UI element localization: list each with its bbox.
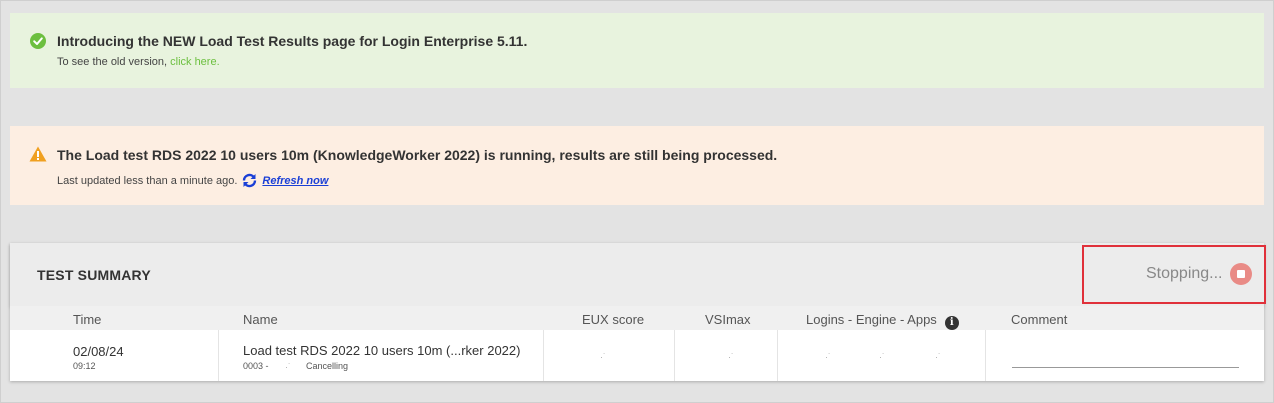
test-summary-header: TEST SUMMARY Stopping... [10, 243, 1266, 306]
warning-title: The Load test RDS 2022 10 users 10m (Kno… [57, 147, 778, 163]
cell-divider [777, 330, 778, 381]
loading-spinner-icon: ·˙ [935, 352, 941, 362]
column-header-name[interactable]: Name [243, 312, 278, 327]
row-test-name[interactable]: Load test RDS 2022 10 users 10m (...rker… [243, 343, 520, 358]
loading-spinner-icon: ·˙ [600, 352, 606, 362]
row-test-id: 0003 - [243, 361, 269, 371]
loading-spinner-icon: ·˙ [825, 352, 831, 362]
stop-icon [1237, 270, 1245, 278]
cell-divider [543, 330, 544, 381]
refresh-icon[interactable] [241, 173, 258, 188]
info-icon[interactable]: i [944, 316, 959, 330]
column-header-comment[interactable]: Comment [1011, 312, 1067, 327]
old-version-link[interactable]: click here. [170, 56, 220, 68]
stop-test-button[interactable] [1230, 263, 1252, 285]
announcement-subtitle: To see the old version, click here. [57, 56, 220, 68]
table-row[interactable]: 02/08/24 09:12 Load test RDS 2022 10 use… [10, 330, 1264, 381]
loading-spinner-icon: ·˙ [879, 352, 885, 362]
refresh-now-link[interactable]: Refresh now [262, 175, 328, 187]
warning-triangle-icon [29, 146, 47, 162]
check-circle-icon [30, 33, 46, 49]
row-time: 09:12 [73, 361, 96, 371]
announcement-banner: Introducing the NEW Load Test Results pa… [10, 13, 1264, 88]
loading-spinner-icon: ·˙ [728, 352, 734, 362]
cell-divider [218, 330, 219, 381]
running-warning-banner: The Load test RDS 2022 10 users 10m (Kno… [10, 126, 1264, 205]
column-header-vsimax[interactable]: VSImax [705, 312, 751, 327]
loading-spinner-icon: ·˙ [285, 362, 291, 372]
table-header: Time Name EUX score VSImax Logins - Engi… [10, 306, 1264, 330]
comment-input[interactable] [1012, 367, 1239, 368]
cell-divider [674, 330, 675, 381]
stopping-status-text: Stopping... [1146, 265, 1223, 282]
column-header-time[interactable]: Time [73, 312, 101, 327]
announcement-title: Introducing the NEW Load Test Results pa… [57, 33, 528, 49]
warning-subtitle: Last updated less than a minute ago. Ref… [57, 173, 328, 188]
column-header-logins-engine-apps: Logins - Engine - Apps i [806, 312, 959, 330]
announcement-subtitle-text: To see the old version, [57, 56, 171, 68]
test-summary-card: TEST SUMMARY Stopping... Time Name EUX s… [10, 243, 1266, 381]
column-header-logins-engine-apps-label[interactable]: Logins - Engine - Apps [806, 312, 937, 327]
row-date: 02/08/24 [73, 344, 124, 359]
test-summary-title: TEST SUMMARY [37, 267, 151, 283]
last-updated-text: Last updated less than a minute ago. [57, 174, 238, 187]
row-status: Cancelling [306, 361, 349, 371]
cell-divider [985, 330, 986, 381]
column-header-eux-score[interactable]: EUX score [582, 312, 644, 327]
